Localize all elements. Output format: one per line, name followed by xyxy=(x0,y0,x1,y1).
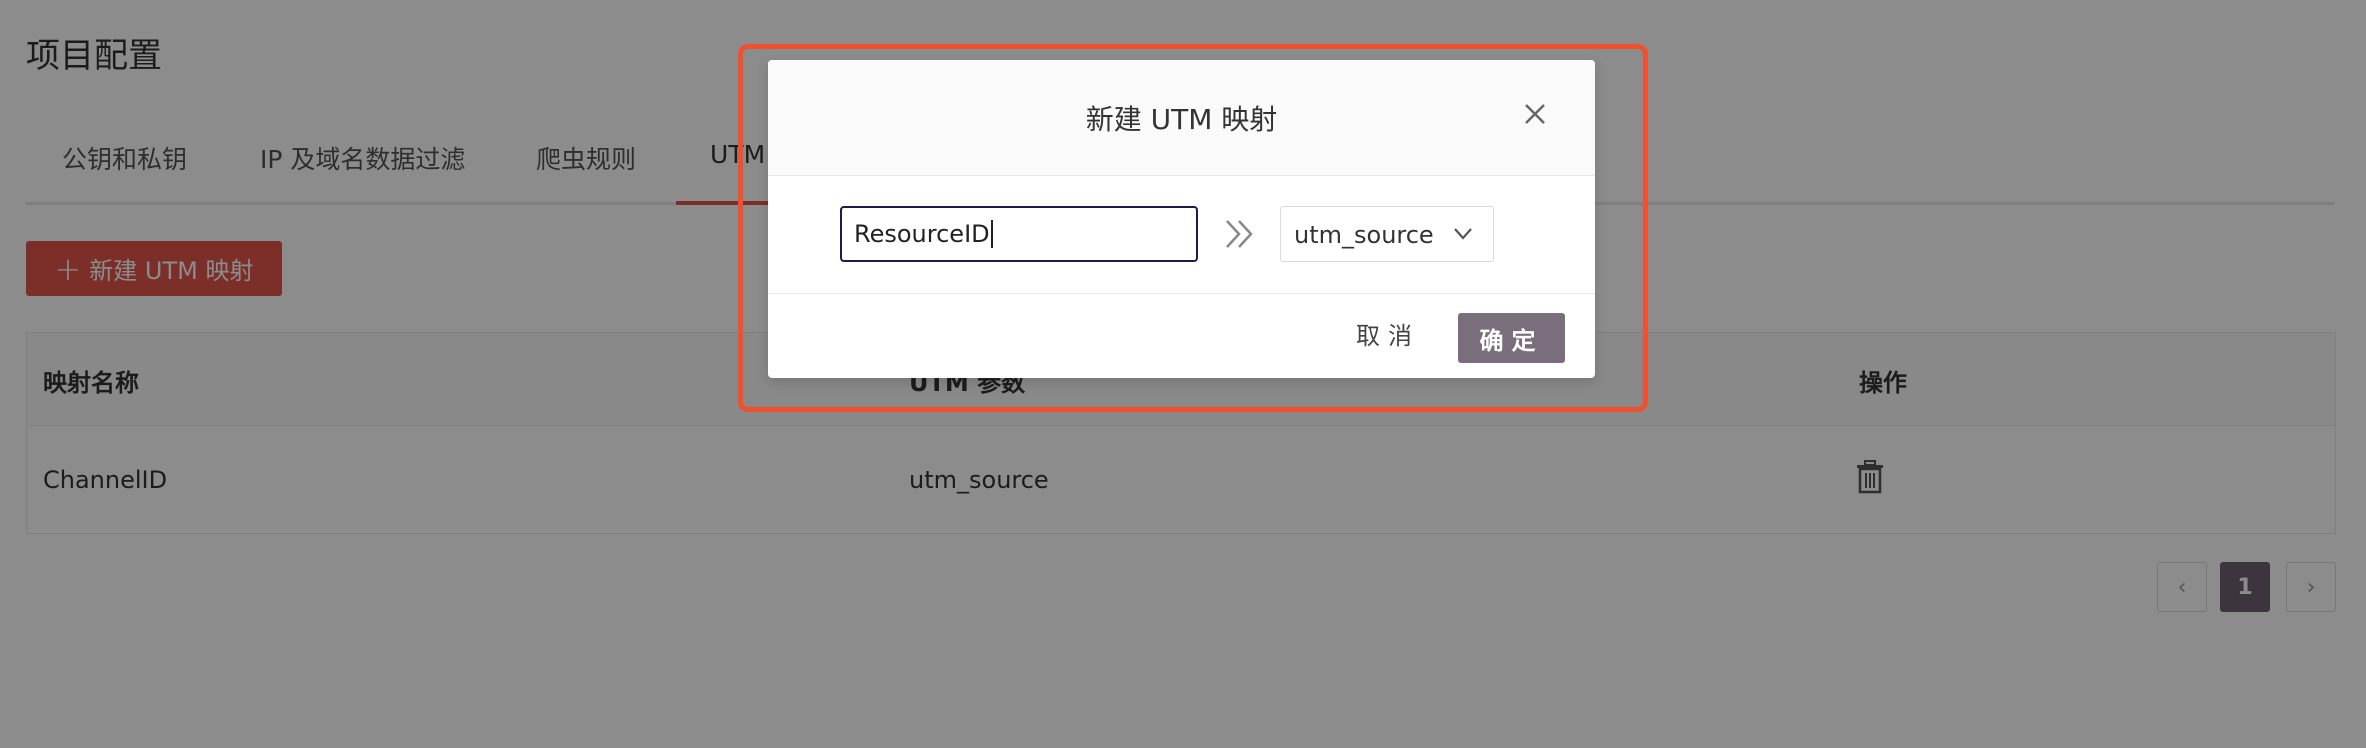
highlight-box xyxy=(738,44,1648,412)
